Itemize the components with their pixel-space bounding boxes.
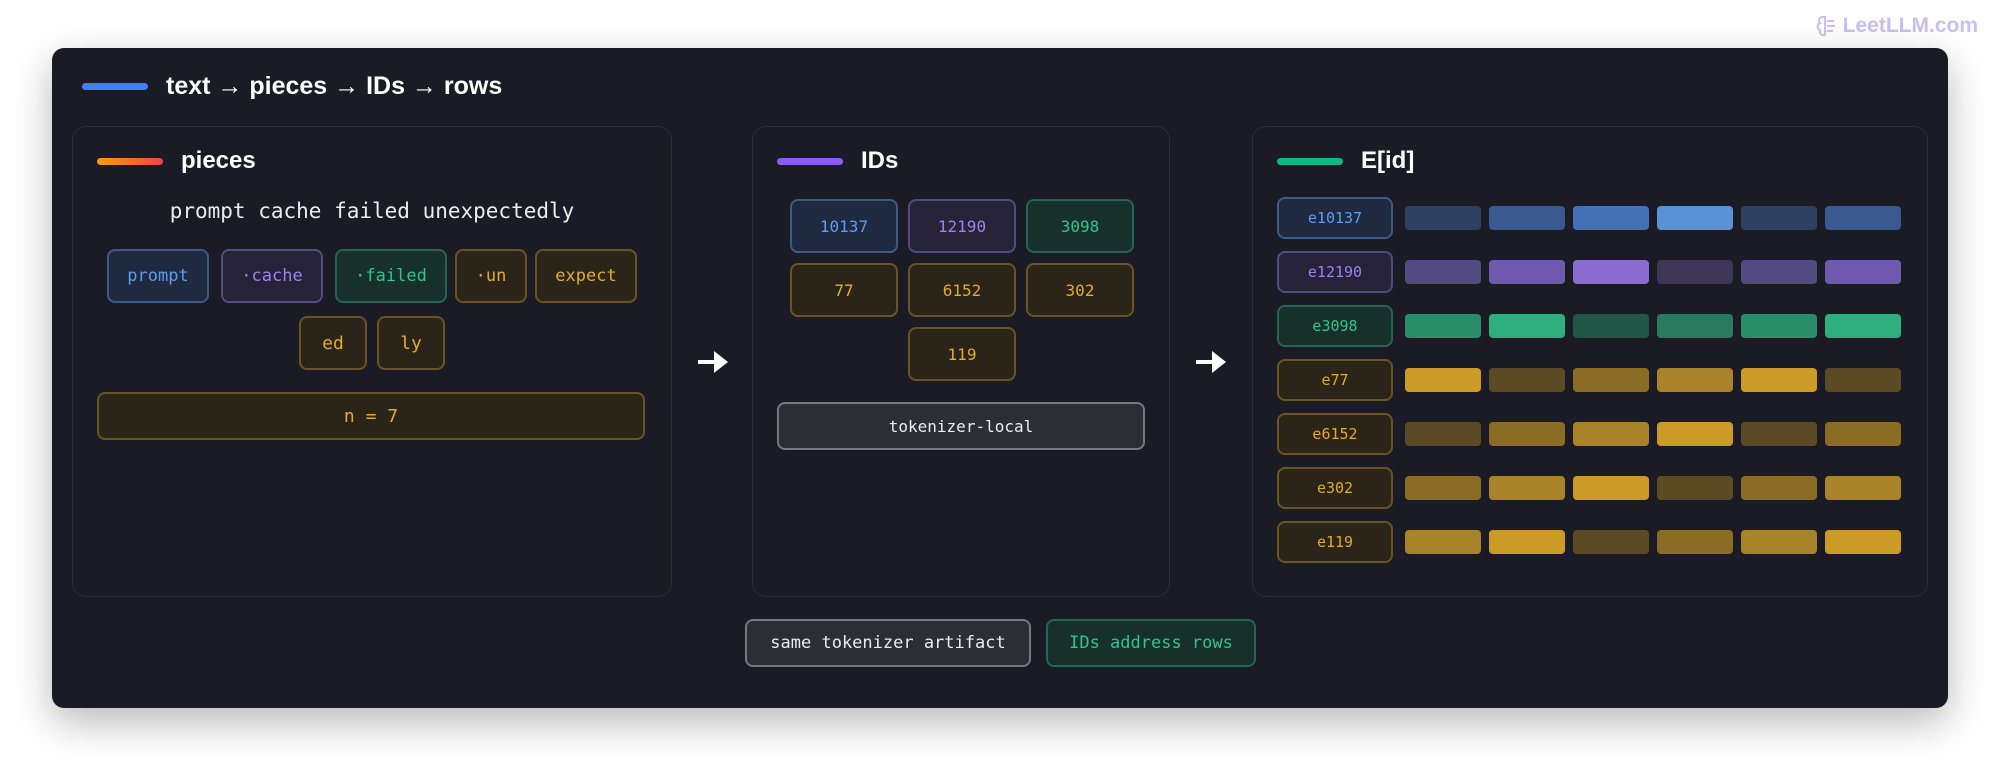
id-chip: 10137 xyxy=(790,199,898,253)
id-chip: 119 xyxy=(908,327,1016,381)
embedding-cell xyxy=(1657,314,1733,338)
embedding-cell xyxy=(1657,422,1733,446)
arrow-right-icon xyxy=(698,351,728,373)
diagram-header: text → pieces → IDs → rows xyxy=(82,72,502,101)
token-chip: expect xyxy=(535,249,637,303)
embedding-cell xyxy=(1825,368,1901,392)
ids-accent-bar xyxy=(777,157,843,165)
embedding-header: E[id] xyxy=(1277,147,1414,175)
pieces-title: pieces xyxy=(181,147,256,174)
embedding-cell xyxy=(1489,314,1565,338)
embedding-cell xyxy=(1489,206,1565,230)
embedding-row-label: e6152 xyxy=(1277,413,1393,455)
embedding-row-label: e12190 xyxy=(1277,251,1393,293)
tokenizer-label: tokenizer-local xyxy=(777,402,1145,450)
embedding-row-label: e3098 xyxy=(1277,305,1393,347)
watermark-text: LeetLLM.com xyxy=(1842,14,1978,37)
embedding-cell xyxy=(1489,530,1565,554)
embedding-cell xyxy=(1573,422,1649,446)
embedding-cell xyxy=(1741,422,1817,446)
id-chip: 77 xyxy=(790,263,898,317)
embedding-row-label: e77 xyxy=(1277,359,1393,401)
footer-note-tokenizer: same tokenizer artifact xyxy=(745,619,1031,667)
pieces-panel: pieces prompt cache failed unexpectedly … xyxy=(72,126,672,597)
embedding-cell xyxy=(1825,530,1901,554)
embedding-cell xyxy=(1825,206,1901,230)
embedding-cell xyxy=(1657,476,1733,500)
logo-icon xyxy=(1816,16,1835,37)
embedding-panel: E[id] e10137 e12190 e3098 e77 e6152 e302 e119 xyxy=(1252,126,1928,597)
diagram-card: text → pieces → IDs → rows pieces prompt… xyxy=(52,48,1948,708)
diagram-title: text → pieces → IDs → rows xyxy=(166,72,503,100)
token-count: n = 7 xyxy=(97,392,645,440)
embedding-cell xyxy=(1741,206,1817,230)
embedding-cell xyxy=(1489,368,1565,392)
embedding-cell xyxy=(1573,314,1649,338)
embedding-cell xyxy=(1489,422,1565,446)
token-chip: ·un xyxy=(455,249,527,303)
arrow-right-icon xyxy=(1196,351,1226,373)
id-chip: 6152 xyxy=(908,263,1016,317)
pieces-header: pieces xyxy=(97,147,256,175)
embedding-cell xyxy=(1405,476,1481,500)
token-chip: ·cache xyxy=(221,249,323,303)
embedding-cell xyxy=(1741,530,1817,554)
token-chip: ed xyxy=(299,316,367,370)
embedding-cell xyxy=(1405,260,1481,284)
embedding-cell xyxy=(1741,260,1817,284)
embedding-cell xyxy=(1405,314,1481,338)
embedding-title: E[id] xyxy=(1361,147,1415,174)
token-chip: ·failed xyxy=(335,249,447,303)
embedding-cell xyxy=(1741,314,1817,338)
embedding-accent-bar xyxy=(1277,157,1343,165)
embedding-cell xyxy=(1741,368,1817,392)
embedding-cell xyxy=(1657,260,1733,284)
embedding-cell xyxy=(1489,260,1565,284)
embedding-cell xyxy=(1741,476,1817,500)
embedding-row-label: e302 xyxy=(1277,467,1393,509)
embedding-cell xyxy=(1573,530,1649,554)
token-chip: prompt xyxy=(107,249,209,303)
embedding-cell xyxy=(1405,530,1481,554)
ids-title: IDs xyxy=(861,147,899,174)
embedding-cell xyxy=(1657,206,1733,230)
embedding-cell xyxy=(1657,368,1733,392)
embedding-cell xyxy=(1657,530,1733,554)
ids-header: IDs xyxy=(777,147,898,175)
title-accent-bar xyxy=(82,83,148,90)
pieces-accent-bar xyxy=(97,157,163,165)
embedding-cell xyxy=(1573,476,1649,500)
id-chip: 302 xyxy=(1026,263,1134,317)
embedding-cell xyxy=(1573,260,1649,284)
embedding-cell xyxy=(1405,368,1481,392)
embedding-cell xyxy=(1405,422,1481,446)
token-chip: ly xyxy=(377,316,445,370)
embedding-cell xyxy=(1573,368,1649,392)
footer-note-ids: IDs address rows xyxy=(1046,619,1256,667)
embedding-cell xyxy=(1489,476,1565,500)
embedding-row-label: e10137 xyxy=(1277,197,1393,239)
embedding-cell xyxy=(1825,476,1901,500)
embedding-row-label: e119 xyxy=(1277,521,1393,563)
embedding-cell xyxy=(1825,422,1901,446)
id-chip: 12190 xyxy=(908,199,1016,253)
embedding-cell xyxy=(1825,314,1901,338)
source-text: prompt cache failed unexpectedly xyxy=(169,199,575,223)
id-chip: 3098 xyxy=(1026,199,1134,253)
embedding-cell xyxy=(1825,260,1901,284)
embedding-cell xyxy=(1573,206,1649,230)
watermark: LeetLLM.com xyxy=(1815,14,1978,38)
ids-panel: IDs 10137 12190 3098 77 6152 302 119 tok… xyxy=(752,126,1170,597)
embedding-cell xyxy=(1405,206,1481,230)
